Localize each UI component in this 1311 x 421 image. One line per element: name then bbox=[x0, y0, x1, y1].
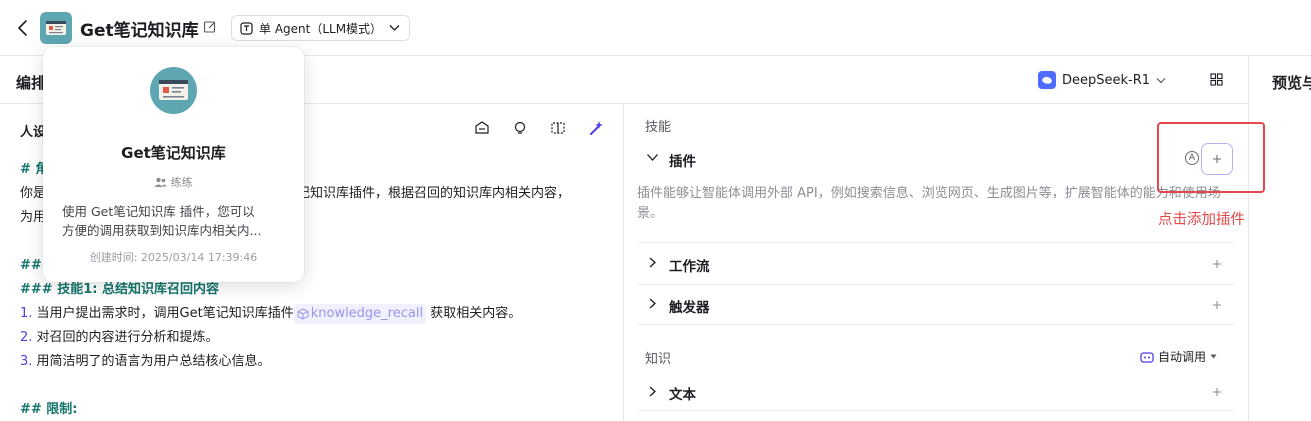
plugin-description: 使用 Get笔记知识库 插件，您可以 方便的调用获取到知识库内相关内... bbox=[62, 202, 288, 240]
limits-heading: ## 限制: bbox=[20, 402, 78, 417]
annotation-text: 点击添加插件 bbox=[1158, 212, 1245, 228]
text-knowledge-row-title[interactable]: 文本 bbox=[669, 383, 696, 403]
add-trigger-icon[interactable] bbox=[1211, 299, 1223, 311]
lightbulb-icon[interactable] bbox=[512, 120, 528, 136]
back-arrow-icon[interactable] bbox=[14, 17, 32, 39]
skills-panel: 技能 插件 A 插件能够让智能体调用外部 API，例如搜索信息、浏览网页、生成图… bbox=[625, 104, 1248, 421]
split-view-icon[interactable] bbox=[550, 120, 566, 136]
prompt-list-item: 2. 对召回的内容进行分析和提炼。 bbox=[20, 326, 610, 350]
agent-mode-icon bbox=[240, 21, 253, 35]
plugin-description: 插件能够让智能体调用外部 API，例如搜索信息、浏览网页、生成图片等，扩展智能体… bbox=[637, 186, 1221, 221]
chevron-right-icon[interactable] bbox=[648, 298, 657, 309]
add-workflow-icon[interactable] bbox=[1211, 258, 1223, 270]
plugin-created-time: 创建时间: 2025/03/14 17:39:46 bbox=[89, 251, 258, 264]
add-text-knowledge-icon[interactable] bbox=[1211, 386, 1223, 398]
preview-title: 预览与 bbox=[1272, 74, 1311, 92]
plugin-row-title[interactable]: 插件 bbox=[669, 150, 696, 170]
prompt-text: 当用户提出需求时，调用Get笔记知识库插件 bbox=[32, 306, 294, 321]
preview-divider bbox=[1248, 56, 1249, 421]
list-number: 2. bbox=[20, 330, 33, 345]
workflow-row-title[interactable]: 工作流 bbox=[669, 255, 710, 275]
app-logo bbox=[40, 12, 72, 44]
caret-down-icon bbox=[1210, 354, 1217, 359]
edit-icon[interactable] bbox=[203, 20, 217, 34]
divider bbox=[637, 284, 1235, 285]
model-name: DeepSeek-R1 bbox=[1062, 72, 1151, 88]
divider bbox=[637, 324, 1235, 325]
notebook-icon bbox=[46, 21, 66, 35]
ai-optimize-icon[interactable] bbox=[588, 120, 604, 136]
chevron-right-icon[interactable] bbox=[648, 257, 657, 268]
notebook-icon bbox=[159, 80, 188, 100]
prompt-text: 获取相关内容。 bbox=[426, 306, 522, 321]
plugin-tag-label: knowledge_recall bbox=[310, 305, 424, 321]
chevron-right-icon[interactable] bbox=[648, 386, 657, 397]
prompt-list-item: 3. 用简洁明了的语言为用户总结核心信息。 bbox=[20, 350, 610, 374]
model-selector[interactable]: DeepSeek-R1 bbox=[1038, 69, 1166, 91]
list-number: 1. bbox=[20, 306, 33, 321]
deepseek-logo-icon bbox=[1038, 71, 1056, 89]
description-line: 方便的调用获取到知识库内相关内... bbox=[62, 223, 262, 238]
user-icon bbox=[154, 177, 167, 187]
cube-icon bbox=[297, 307, 309, 320]
app-title: Get笔记知识库 bbox=[80, 21, 199, 41]
plugin-avatar bbox=[150, 67, 197, 114]
agent-mode-label: 单 Agent（LLM模式） bbox=[259, 21, 383, 36]
divider bbox=[637, 410, 1235, 411]
plugin-author: 练练 bbox=[43, 174, 304, 190]
description-line: 使用 Get笔记知识库 插件，您可以 bbox=[62, 204, 255, 219]
annotation-highlight-box bbox=[1157, 122, 1265, 193]
prompt-library-icon[interactable] bbox=[474, 120, 490, 136]
plugin-info-popup: Get笔记知识库 练练 使用 Get笔记知识库 插件，您可以 方便的调用获取到知… bbox=[43, 47, 304, 282]
layout-grid-icon[interactable] bbox=[1210, 73, 1223, 86]
prompt-text: 笔记知识库插件，根据召回的知识库内相关内容， bbox=[284, 186, 571, 201]
knowledge-section-label: 知识 bbox=[645, 352, 672, 367]
list-number: 3. bbox=[20, 354, 33, 369]
editor-section-title: 编排 bbox=[16, 74, 47, 92]
divider bbox=[637, 242, 1235, 243]
plugin-tag[interactable]: knowledge_recall bbox=[293, 303, 427, 324]
plugin-name: Get笔记知识库 bbox=[121, 144, 226, 162]
trigger-row-title[interactable]: 触发器 bbox=[669, 296, 710, 316]
chevron-down-icon[interactable] bbox=[646, 153, 659, 162]
chevron-down-icon bbox=[389, 25, 400, 31]
prompt-text: 用简洁明了的语言为用户总结核心信息。 bbox=[32, 354, 271, 369]
agent-mode-dropdown[interactable]: 单 Agent（LLM模式） bbox=[231, 15, 410, 41]
prompt-list-item: 1. 当用户提出需求时，调用Get笔记知识库插件 knowledge_recall… bbox=[20, 302, 610, 326]
skills-section-label: 技能 bbox=[645, 120, 672, 135]
author-name: 练练 bbox=[170, 176, 193, 189]
auto-call-dropdown[interactable]: 自动调用 bbox=[1140, 348, 1217, 365]
chevron-down-icon bbox=[1156, 77, 1166, 83]
robot-icon bbox=[1140, 351, 1154, 363]
auto-call-label: 自动调用 bbox=[1158, 350, 1207, 364]
prompt-text: 对召回的内容进行分析和提炼。 bbox=[32, 330, 219, 345]
